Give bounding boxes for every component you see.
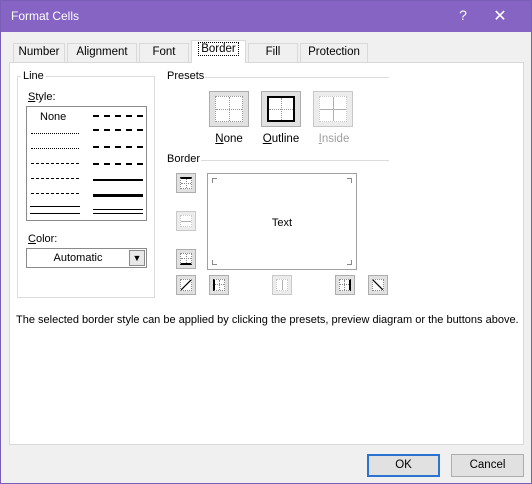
line-group-title: Line (21, 70, 46, 82)
preset-outline-button[interactable] (261, 91, 301, 127)
border-divider (201, 160, 389, 161)
title-bar: Format Cells ? ✕ (1, 1, 531, 32)
line-style-double[interactable] (93, 209, 143, 214)
line-style-dashed[interactable] (31, 193, 79, 194)
preset-inside-label: Inside (318, 133, 350, 145)
tab-fill[interactable]: Fill (248, 43, 298, 62)
ok-button[interactable]: OK (367, 454, 440, 477)
line-style-medium-dashed[interactable] (93, 163, 143, 165)
close-icon[interactable]: ✕ (489, 6, 511, 26)
border-inside-horizontal-button[interactable] (176, 211, 196, 231)
border-right-button[interactable] (335, 275, 355, 295)
presets-divider (205, 77, 389, 78)
line-style-thick[interactable] (93, 194, 143, 197)
preset-outline-label: Outline (262, 133, 300, 145)
border-diagonal-down-button[interactable] (368, 275, 388, 295)
preset-inside-icon (319, 96, 347, 122)
line-style-slanted-dash-dot[interactable] (93, 129, 143, 131)
tab-number[interactable]: Number (13, 43, 65, 62)
preset-outline-icon (267, 96, 295, 122)
tab-border[interactable]: Border (191, 40, 246, 63)
border-bottom-button[interactable] (176, 249, 196, 269)
border-inside-horizontal-icon (180, 215, 192, 227)
line-style-dotted[interactable] (31, 148, 79, 149)
preset-inside-button[interactable] (313, 91, 353, 127)
corner-mark (212, 178, 217, 183)
corner-mark (212, 260, 217, 265)
line-style-medium-dash-dot[interactable] (93, 146, 143, 148)
preview-text: Text (271, 217, 293, 229)
corner-mark (347, 178, 352, 183)
line-style-none[interactable]: None (40, 111, 66, 123)
chevron-down-icon[interactable]: ▼ (129, 250, 145, 266)
line-style-thin-selected[interactable] (30, 206, 80, 214)
tab-protection[interactable]: Protection (300, 43, 368, 62)
border-bottom-icon (180, 253, 192, 265)
line-style-medium-dash-dot-dot[interactable] (93, 115, 143, 117)
line-style-medium[interactable] (93, 179, 143, 181)
border-inside-vertical-button[interactable] (272, 275, 292, 295)
style-label: Style: (26, 91, 58, 103)
line-style-hair[interactable] (31, 133, 79, 134)
diagonal-down-icon (372, 279, 384, 291)
line-style-dash-dot-dot[interactable] (31, 163, 79, 164)
cancel-button[interactable]: Cancel (451, 454, 524, 477)
border-left-button[interactable] (209, 275, 229, 295)
border-top-icon (180, 177, 192, 189)
diagonal-up-icon (180, 279, 192, 291)
preset-none-button[interactable] (209, 91, 249, 127)
border-left-icon (213, 279, 225, 291)
presets-title: Presets (165, 70, 207, 82)
preset-none-icon (215, 96, 243, 122)
color-dropdown[interactable]: Automatic ▼ (26, 248, 147, 268)
line-style-list[interactable]: None (26, 106, 147, 221)
tab-font[interactable]: Font (139, 43, 189, 62)
border-right-icon (339, 279, 351, 291)
help-icon[interactable]: ? (453, 7, 473, 23)
border-diagonal-up-button[interactable] (176, 275, 196, 295)
border-title: Border (165, 153, 203, 165)
border-inside-vertical-icon (276, 279, 288, 291)
preset-none-label: None (215, 133, 243, 145)
corner-mark (347, 260, 352, 265)
border-hint-text: The selected border style can be applied… (16, 314, 519, 326)
border-preview[interactable]: Text (207, 173, 357, 270)
border-top-button[interactable] (176, 173, 196, 193)
color-value: Automatic (53, 252, 103, 264)
color-label: Color: (26, 233, 60, 245)
tab-alignment[interactable]: Alignment (67, 43, 137, 62)
line-style-dash-dot[interactable] (31, 178, 79, 179)
format-cells-dialog: Format Cells ? ✕ Number Alignment Font B… (0, 0, 532, 484)
window-title: Format Cells (11, 9, 80, 23)
